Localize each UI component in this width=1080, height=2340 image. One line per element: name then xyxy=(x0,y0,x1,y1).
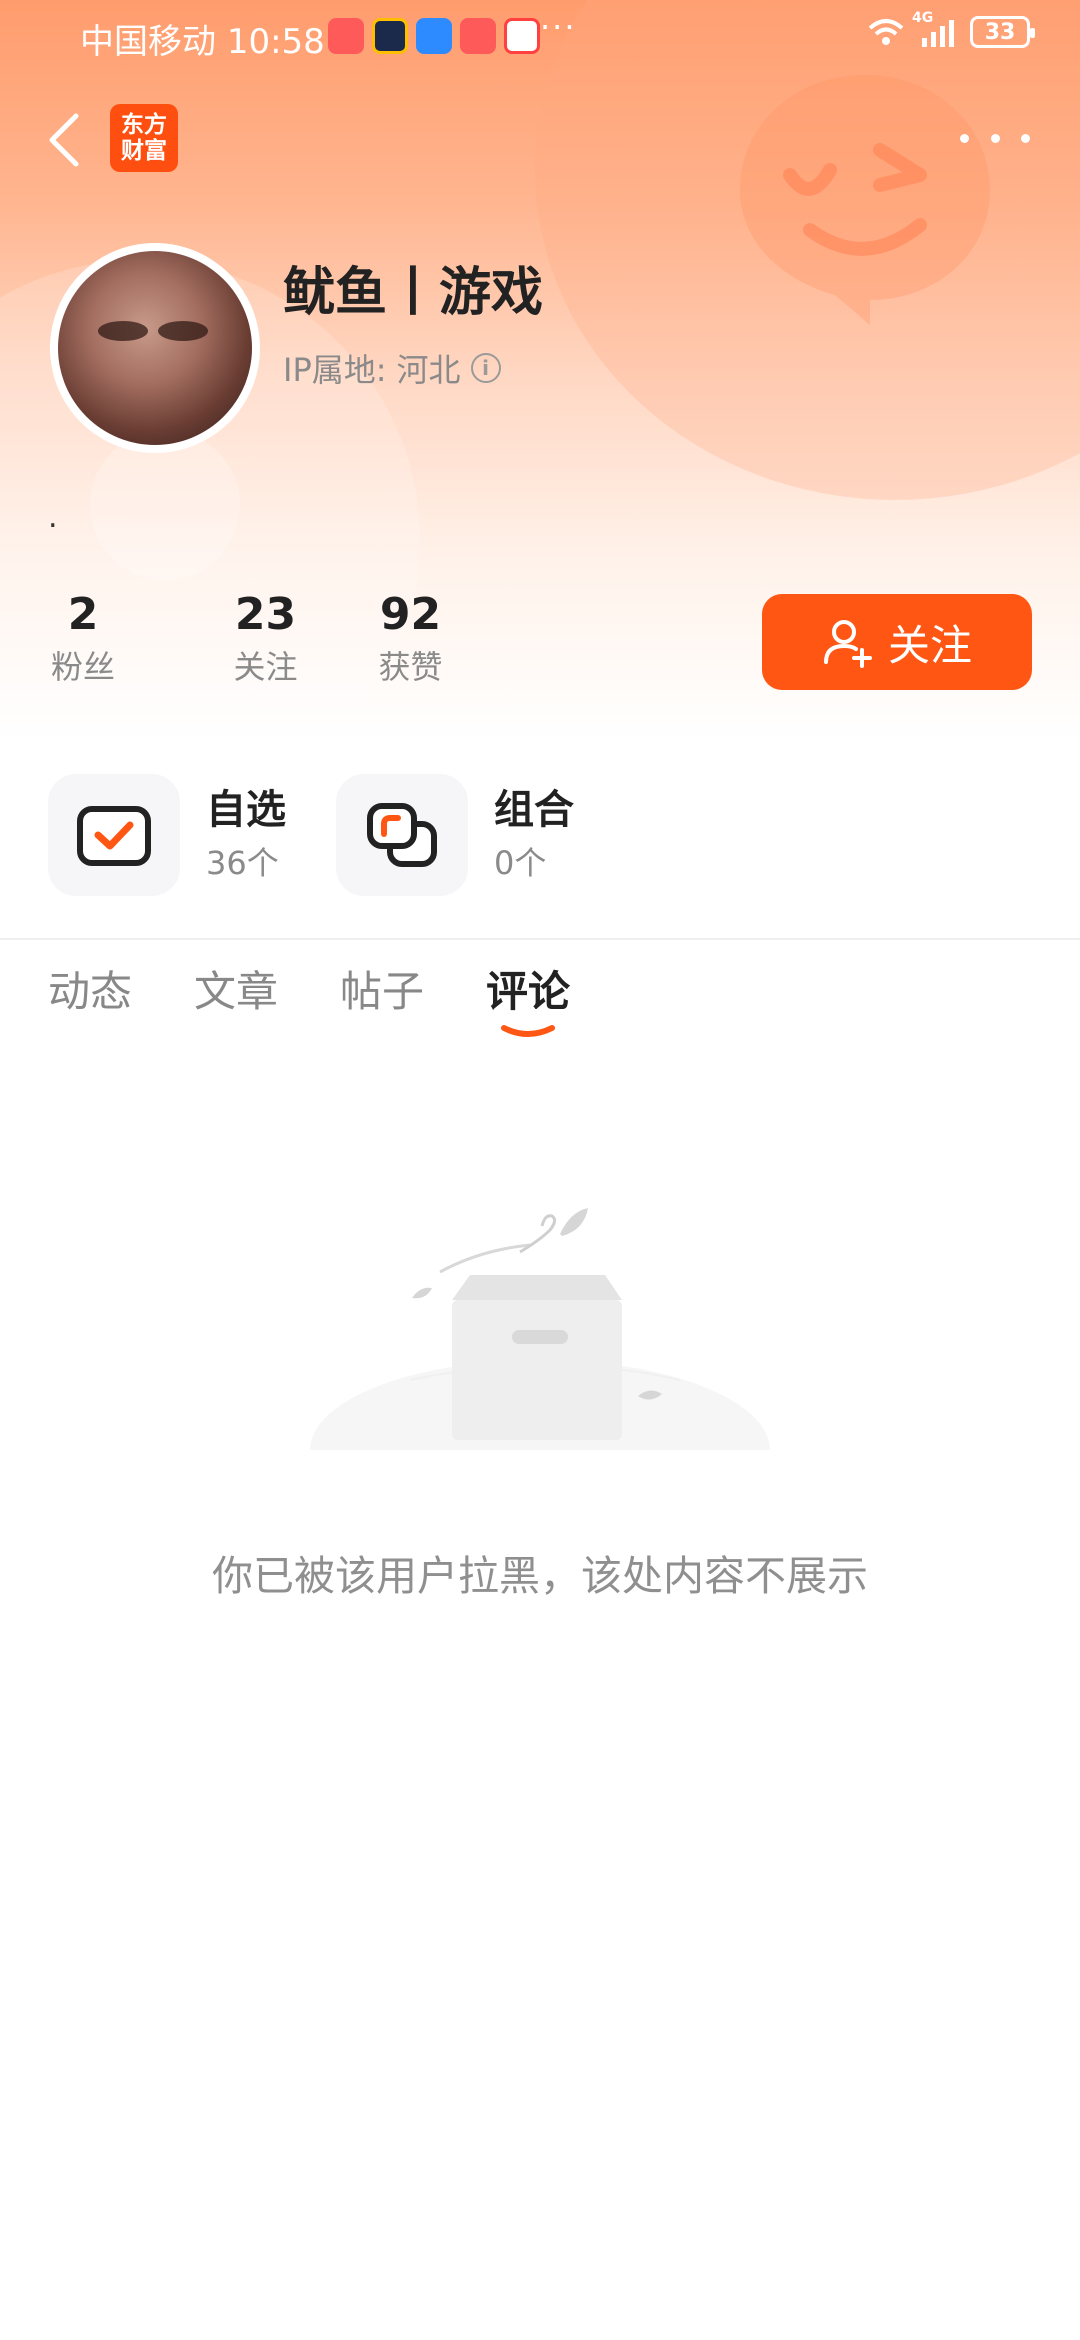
weather-icon xyxy=(416,18,452,54)
quick-link-watchlist[interactable]: 自选 36个 xyxy=(48,774,286,896)
reader-icon xyxy=(504,18,540,54)
stat-value: 23 xyxy=(234,589,297,640)
stat-label: 获赞 xyxy=(378,648,443,686)
quick-link-text: 组合 0个 xyxy=(494,782,574,888)
carrier-text: 中国移动 xyxy=(80,22,216,62)
follow-button[interactable]: 关注 xyxy=(762,594,1032,690)
status-carrier-time: 中国移动 10:58 xyxy=(80,14,325,63)
more-notifications-icon: ··· xyxy=(540,8,577,46)
dot-icon xyxy=(1021,133,1030,143)
mascot-watermark-icon xyxy=(740,75,990,325)
quick-link-title: 自选 xyxy=(206,787,286,833)
back-button[interactable] xyxy=(40,108,90,172)
battery-icon: 33 xyxy=(970,16,1035,48)
tab-articles[interactable]: 文章 xyxy=(194,960,278,1024)
huawei-appgallery-icon xyxy=(328,18,364,54)
stat-value: 2 xyxy=(67,589,99,640)
username: 鱿鱼丨游戏 xyxy=(283,263,544,323)
user-bio: . xyxy=(48,500,58,535)
stat-followers[interactable]: 2 粉丝 xyxy=(48,585,118,689)
content-card: 自选 36个 组合 0个 动态 文章 帖子 评论 你已被该用户拉黑，该处内容不展… xyxy=(0,742,1080,2340)
cellular-signal-icon: 4G xyxy=(912,10,958,48)
battery-level: 33 xyxy=(984,19,1016,45)
empty-box-illustration xyxy=(310,1208,770,1450)
app-notification-icon xyxy=(372,18,408,54)
dot-icon xyxy=(990,133,1000,143)
stat-label: 粉丝 xyxy=(50,648,115,686)
logo-text-line1: 东方 xyxy=(121,112,167,138)
stat-likes[interactable]: 92 获赞 xyxy=(338,585,483,689)
quick-link-title: 组合 xyxy=(494,787,574,833)
status-bar: 中国移动 10:58 ··· 4G 33 xyxy=(0,0,1080,72)
notification-icons xyxy=(328,18,540,54)
info-icon[interactable]: i xyxy=(470,353,501,383)
huawei-store-icon xyxy=(460,18,496,54)
quick-link-portfolio[interactable]: 组合 0个 xyxy=(336,774,574,896)
status-right: 4G 33 xyxy=(866,10,1035,48)
tab-label: 评论 xyxy=(486,967,571,1016)
empty-state-message: 你已被该用户拉黑，该处内容不展示 xyxy=(212,1552,868,1600)
tab-activity[interactable]: 动态 xyxy=(48,960,132,1024)
quick-link-count: 0个 xyxy=(494,844,547,882)
more-options-button[interactable] xyxy=(960,118,1030,158)
profile-page: 中国移动 10:58 ··· 4G 33 东方 财富 鱿鱼丨游戏 IP属地: 河… xyxy=(0,0,1080,2340)
follow-label: 关注 xyxy=(887,620,972,670)
network-type: 4G xyxy=(912,10,934,26)
clock-text: 10:58 xyxy=(226,22,325,62)
user-stats: 2 粉丝 23 关注 92 获赞 xyxy=(48,585,483,689)
quick-link-count: 36个 xyxy=(206,844,279,882)
divider xyxy=(0,938,1080,940)
tab-comments[interactable]: 评论 xyxy=(486,960,571,1037)
avatar[interactable] xyxy=(50,243,260,453)
portfolio-icon xyxy=(336,774,468,896)
active-tab-indicator xyxy=(501,1025,556,1037)
ip-value: 河北 xyxy=(396,351,461,389)
watchlist-icon xyxy=(48,774,180,896)
eastmoney-logo: 东方 财富 xyxy=(110,104,178,172)
stat-label: 关注 xyxy=(233,648,298,686)
tab-posts[interactable]: 帖子 xyxy=(340,960,424,1024)
stat-value: 92 xyxy=(379,589,442,640)
wifi-icon xyxy=(868,19,904,45)
ip-location: IP属地: 河北 i xyxy=(283,345,501,391)
ip-label: IP属地: xyxy=(283,351,387,389)
avatar-image xyxy=(58,251,252,445)
dot-icon xyxy=(960,133,969,143)
stat-following[interactable]: 23 关注 xyxy=(193,585,338,689)
add-user-icon xyxy=(823,620,872,668)
logo-text-line2: 财富 xyxy=(121,138,167,164)
quick-link-text: 自选 36个 xyxy=(206,782,286,888)
content-tabs: 动态 文章 帖子 评论 xyxy=(48,960,571,1037)
